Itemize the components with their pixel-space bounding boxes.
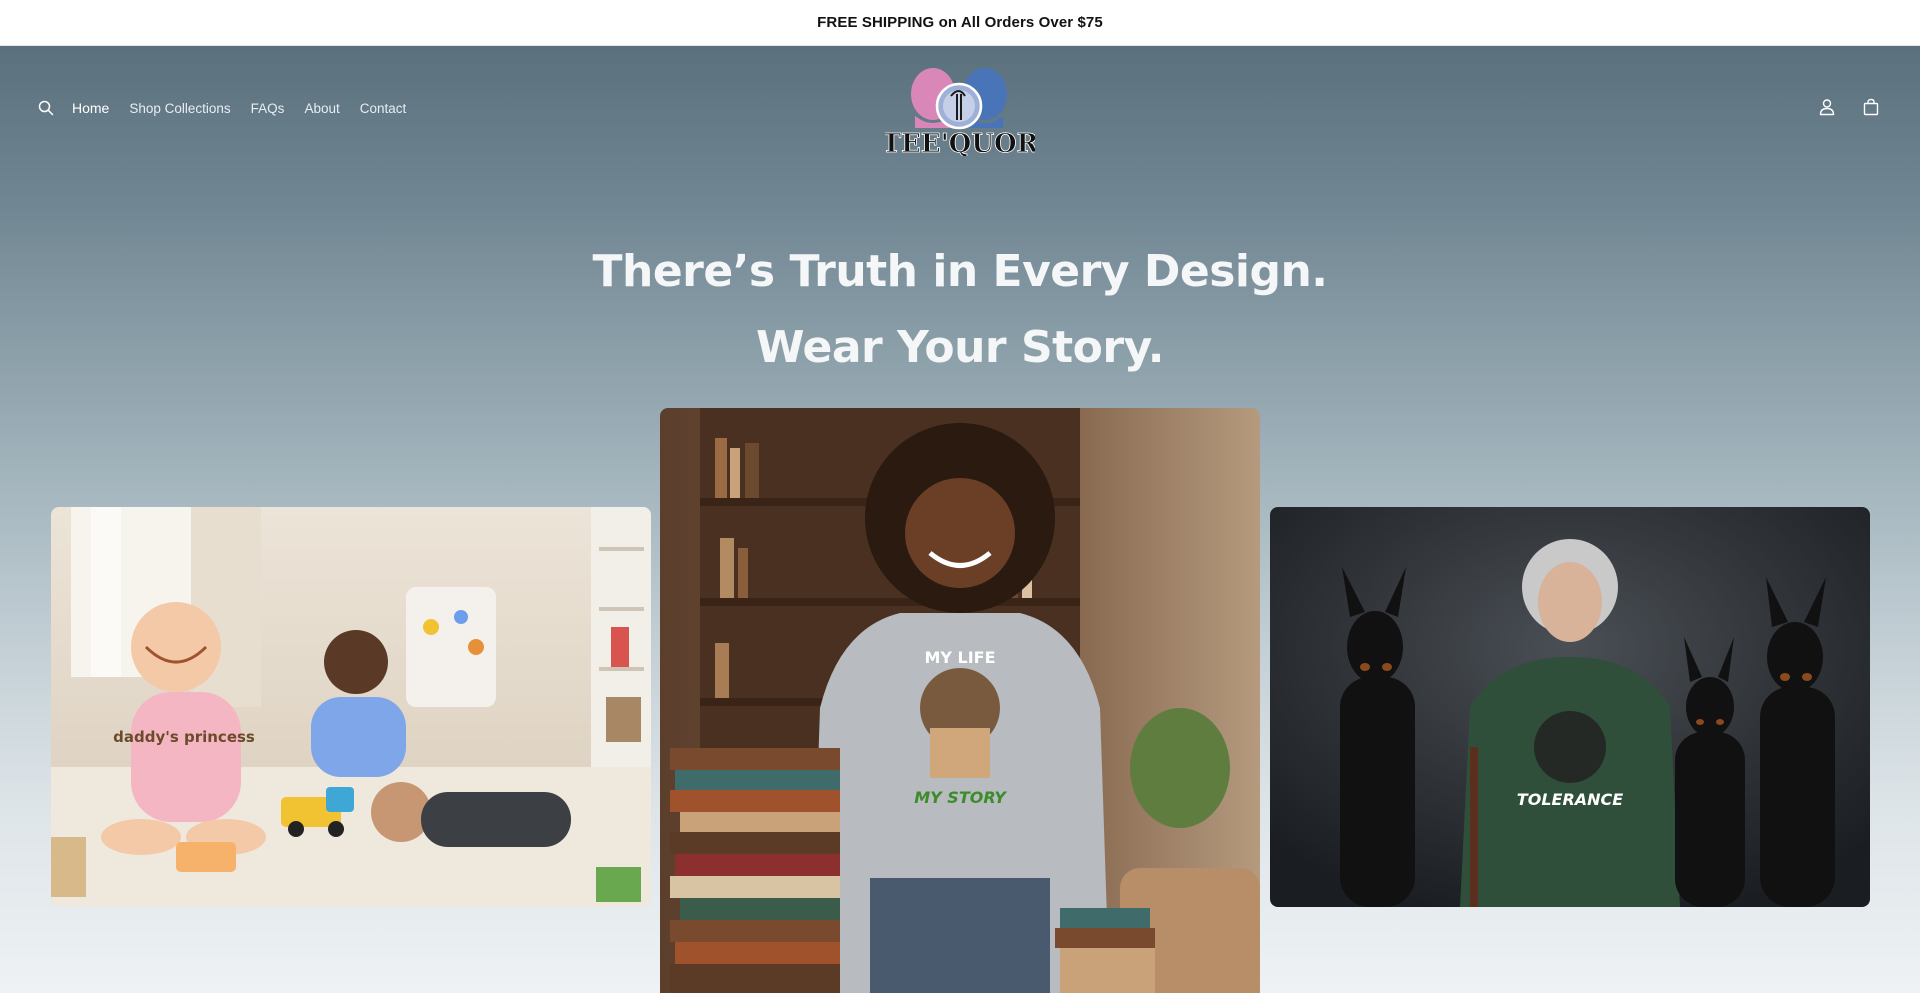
my-story-shirt-top-text: MY LIFE <box>924 648 995 667</box>
logo-text: TEE'QUOR <box>885 129 1035 156</box>
hero-section: Home Shop Collections FAQs About Contact… <box>0 46 1920 993</box>
nav-shop-collections[interactable]: Shop Collections <box>129 101 230 116</box>
hero-subheadline: Wear Your Story. <box>756 322 1164 373</box>
nav-home[interactable]: Home <box>72 100 109 116</box>
search-icon[interactable] <box>36 98 56 118</box>
hero-image-tolerance[interactable]: TOLERANCE <box>1270 507 1870 907</box>
header-actions <box>1794 96 1882 118</box>
announcement-text: FREE SHIPPING on All Orders Over $75 <box>817 14 1103 31</box>
main-nav: Home Shop Collections FAQs About Contact <box>36 96 426 120</box>
site-logo[interactable]: TEE'QUOR <box>881 56 1039 159</box>
account-icon[interactable] <box>1816 96 1838 118</box>
cart-icon[interactable] <box>1860 96 1882 118</box>
nav-about[interactable]: About <box>304 101 339 116</box>
site-header: Home Shop Collections FAQs About Contact… <box>0 46 1920 168</box>
my-story-shirt-bottom-text: MY STORY <box>914 788 1007 807</box>
babies-shirt-text: daddy's princess <box>113 728 255 746</box>
tolerance-shirt-text: TOLERANCE <box>1517 790 1623 809</box>
hero-image-babies[interactable]: daddy's princess <box>51 507 651 907</box>
hero-headline: There’s Truth in Every Design. <box>592 246 1329 297</box>
nav-faqs[interactable]: FAQs <box>251 101 285 116</box>
announcement-bar: FREE SHIPPING on All Orders Over $75 <box>0 0 1920 46</box>
nav-contact[interactable]: Contact <box>360 101 407 116</box>
hero-image-my-story[interactable]: MY LIFE MY STORY <box>660 408 1260 993</box>
